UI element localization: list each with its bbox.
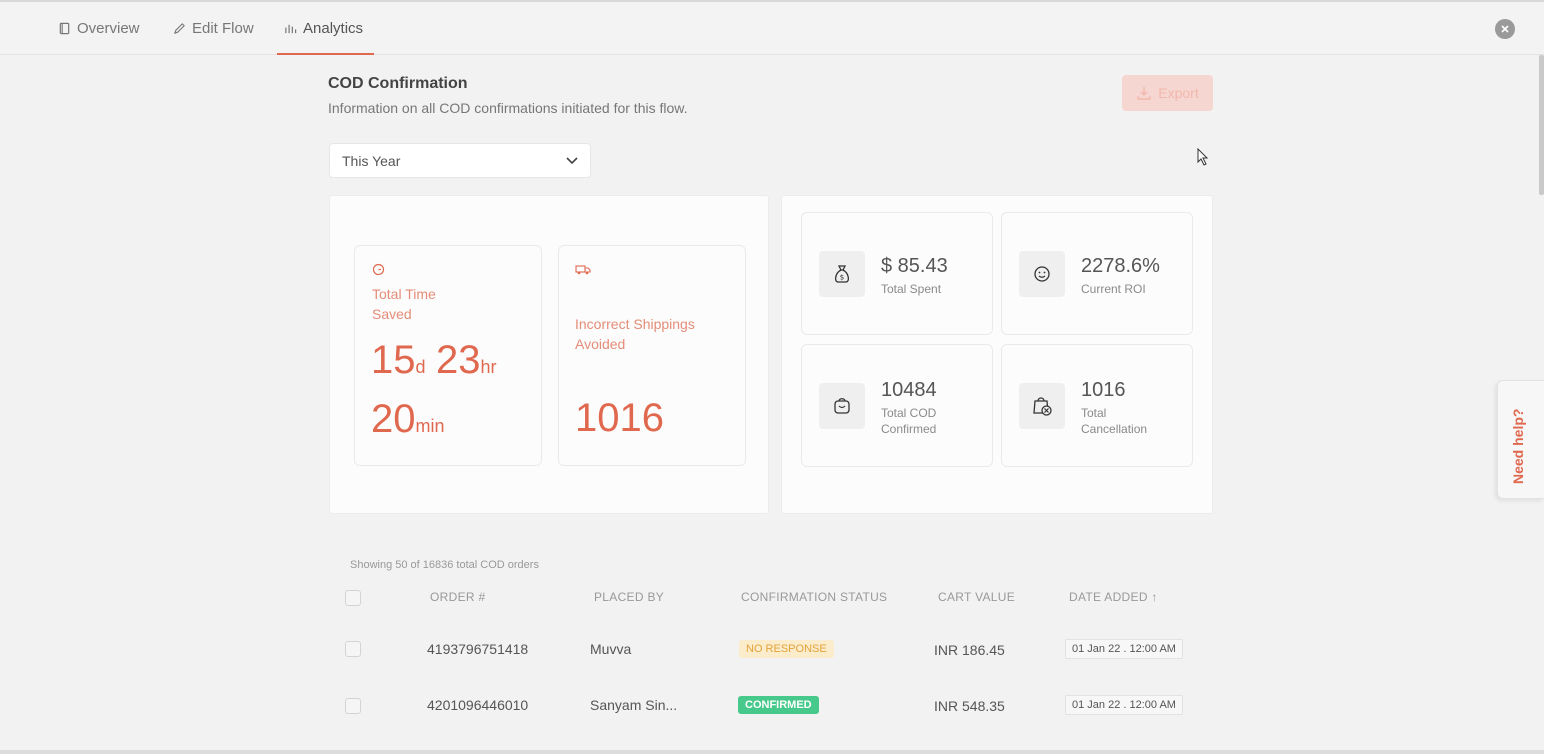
- tab-overview[interactable]: Overview: [58, 2, 140, 55]
- need-help-label: Need help?: [1510, 408, 1526, 484]
- close-icon: [1501, 25, 1509, 33]
- time-saved-label-line1: Total Time: [372, 286, 436, 302]
- shopping-bag-smile-icon: [834, 398, 850, 414]
- metric-card-total-cancellation: 1016 Total Cancellation: [1001, 344, 1193, 467]
- minutes-value: 20: [371, 397, 416, 441]
- money-bag-icon: $: [834, 265, 850, 283]
- export-button[interactable]: Export: [1122, 75, 1213, 111]
- date-range-value: This Year: [342, 152, 401, 169]
- page-title: COD Confirmation: [328, 75, 468, 92]
- cart-value: INR 548.35: [934, 698, 1005, 714]
- date-added: 01 Jan 22 . 12:00 AM: [1065, 639, 1183, 659]
- time-saved-card: Total Time Saved 15d 23hr 20min: [354, 245, 542, 466]
- placed-by: Muvva: [590, 641, 632, 657]
- metric-label: Current ROI: [1081, 282, 1146, 296]
- days-value: 15: [371, 338, 416, 382]
- metric-value: 10484: [881, 379, 937, 401]
- tab-analytics-label: Analytics: [303, 20, 364, 37]
- book-icon: [59, 22, 70, 35]
- metric-value: $ 85.43: [881, 255, 948, 277]
- shipping-avoided-card: Incorrect Shippings Avoided 1016: [558, 245, 746, 466]
- hours-value: 23: [435, 338, 481, 382]
- column-header-date-added[interactable]: DATE ADDED ↑: [1069, 590, 1158, 604]
- shipping-label-line1: Incorrect Shippings: [575, 316, 695, 332]
- metric-value: 1016: [1081, 379, 1126, 401]
- tab-edit-flow-label: Edit Flow: [192, 20, 254, 37]
- metric-card-total-spent: $ $ 85.43 Total Spent: [801, 212, 993, 335]
- top-tab-bar: Overview Edit Flow Analytics: [0, 0, 1544, 55]
- savings-panel: Total Time Saved 15d 23hr 20min Incorrec…: [329, 195, 769, 514]
- bottom-border: [0, 750, 1544, 754]
- date-added: 01 Jan 22 . 12:00 AM: [1065, 695, 1183, 715]
- smiley-icon: [1034, 266, 1050, 282]
- tab-edit-flow[interactable]: Edit Flow: [173, 2, 254, 55]
- days-unit: d: [415, 357, 426, 377]
- download-icon: [1137, 87, 1151, 100]
- metric-label-line2: Confirmed: [881, 422, 937, 436]
- chevron-down-icon: [566, 156, 578, 164]
- bar-chart-icon: [285, 24, 297, 34]
- column-header-cart-value[interactable]: CART VALUE: [938, 590, 1015, 604]
- scrollbar-thumb[interactable]: [1539, 55, 1544, 195]
- placed-by: Sanyam Sin...: [590, 697, 678, 713]
- status-badge: NO RESPONSE: [739, 640, 834, 658]
- active-tab-indicator: [277, 53, 374, 55]
- column-header-order[interactable]: ORDER #: [430, 590, 485, 604]
- metrics-panel: $ $ 85.43 Total Spent 2278.6% Current RO…: [781, 195, 1213, 514]
- clock-icon: [372, 263, 385, 276]
- metric-label: Total Spent: [881, 282, 942, 296]
- hours-unit: hr: [480, 357, 497, 377]
- column-header-placed-by[interactable]: PLACED BY: [594, 590, 664, 604]
- date-range-select[interactable]: This Year: [329, 143, 591, 178]
- metric-label-line2: Cancellation: [1081, 422, 1148, 436]
- cart-value: INR 186.45: [934, 642, 1005, 658]
- close-button[interactable]: [1495, 19, 1515, 39]
- tab-overview-label: Overview: [77, 20, 140, 37]
- pencil-icon: [173, 23, 185, 35]
- metric-label-line1: Total: [1081, 406, 1107, 420]
- time-saved-label-line2: Saved: [372, 306, 412, 322]
- page-subtitle: Information on all COD confirmations ini…: [328, 100, 688, 116]
- bag-cancel-icon: [1033, 397, 1052, 416]
- select-all-checkbox[interactable]: [345, 590, 361, 606]
- metric-label-line1: Total COD: [881, 406, 937, 420]
- truck-icon: [575, 265, 591, 275]
- time-saved-value-row1: 15d 23hr: [371, 338, 496, 383]
- order-number[interactable]: 4201096446010: [427, 697, 528, 713]
- svg-text:$: $: [840, 274, 844, 282]
- metric-card-total-cod-confirmed: 10484 Total COD Confirmed: [801, 344, 993, 467]
- metric-card-current-roi: 2278.6% Current ROI: [1001, 212, 1193, 335]
- minutes-unit: min: [415, 416, 445, 436]
- mouse-cursor-icon: [1197, 148, 1209, 166]
- row-checkbox[interactable]: [345, 698, 361, 714]
- metric-value: 2278.6%: [1081, 255, 1160, 277]
- need-help-button[interactable]: Need help?: [1497, 380, 1544, 499]
- export-label: Export: [1158, 85, 1199, 101]
- row-checkbox[interactable]: [345, 641, 361, 657]
- order-number[interactable]: 4193796751418: [427, 641, 528, 657]
- showing-count: Showing 50 of 16836 total COD orders: [350, 559, 539, 571]
- shipping-label-line2: Avoided: [575, 336, 626, 352]
- status-badge: CONFIRMED: [738, 696, 819, 714]
- tab-analytics[interactable]: Analytics: [284, 2, 363, 55]
- shipping-value: 1016: [575, 396, 664, 440]
- time-saved-value-row2: 20min: [371, 397, 445, 442]
- column-header-status[interactable]: CONFIRMATION STATUS: [741, 590, 887, 604]
